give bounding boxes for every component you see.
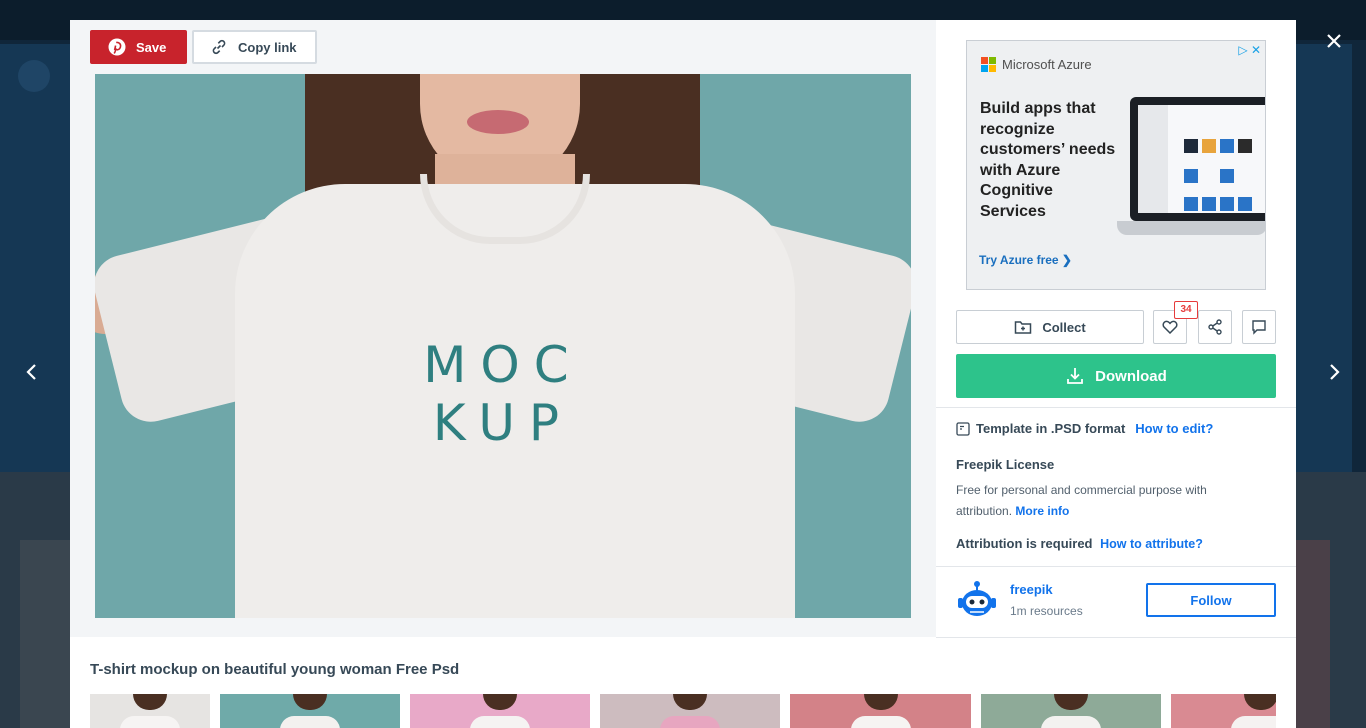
how-to-attribute-link[interactable]: How to attribute? [1100, 537, 1203, 551]
link-icon [212, 39, 226, 55]
download-icon [1067, 368, 1084, 384]
ad-headline: Build apps that recognize customers’ nee… [980, 100, 1116, 220]
related-title: T-shirt mockup on beautiful young woman … [90, 661, 460, 678]
microsoft-logo-icon [981, 57, 996, 72]
attribution-info: Attribution is required How to attribute… [956, 536, 1203, 551]
laptop-illustration [1130, 97, 1265, 221]
related-thumbnail[interactable] [90, 694, 210, 728]
save-button[interactable]: Save [90, 30, 187, 64]
close-icon[interactable] [1322, 29, 1346, 53]
ad-cta-link[interactable]: Try Azure free ❯ [979, 253, 1072, 267]
related-thumbnail[interactable] [600, 694, 780, 728]
author-name[interactable]: freepik [1010, 582, 1053, 597]
download-label: Download [1095, 367, 1167, 385]
divider [936, 407, 1296, 408]
download-button[interactable]: Download [956, 354, 1276, 398]
psd-file-icon [956, 421, 970, 436]
share-button[interactable] [1198, 310, 1232, 344]
format-text: Template in .PSD format [976, 421, 1126, 436]
format-info: Template in .PSD format How to edit? [956, 421, 1213, 436]
author-avatar[interactable] [956, 578, 998, 620]
details-pane: ▷ ✕ Microsoft Azure Build apps that reco… [936, 20, 1296, 637]
ad-brand: Microsoft Azure [981, 57, 1092, 72]
previous-arrow-icon[interactable] [18, 360, 46, 388]
license-text: Free for personal and commercial purpose… [956, 483, 1207, 518]
related-thumbnail[interactable] [790, 694, 971, 728]
share-icon [1208, 319, 1222, 335]
mockup-print: MOC KUP [395, 336, 611, 452]
save-label: Save [136, 39, 167, 55]
comment-icon [1252, 320, 1266, 335]
related-thumbnails [90, 694, 1276, 728]
related-thumbnail[interactable] [981, 694, 1161, 728]
divider [936, 637, 1296, 638]
how-to-edit-link[interactable]: How to edit? [1135, 421, 1213, 436]
background-logo [18, 60, 50, 92]
comment-button[interactable] [1242, 310, 1276, 344]
attribution-text: Attribution is required [956, 536, 1093, 551]
background-tile [1296, 540, 1330, 728]
license-title: Freepik License [956, 457, 1055, 472]
related-thumbnail[interactable] [220, 694, 400, 728]
like-count-badge: 34 [1174, 301, 1198, 319]
collect-label: Collect [1042, 319, 1086, 335]
collect-button[interactable]: Collect [956, 310, 1144, 344]
copy-link-button[interactable]: Copy link [192, 30, 317, 64]
ad-choices-icon[interactable]: ▷ ✕ [1238, 43, 1261, 57]
resource-modal: Save Copy link MOC KUP ▷ ✕ Microsoft Azu… [70, 20, 1296, 728]
folder-add-icon [1015, 321, 1032, 334]
related-thumbnail[interactable] [410, 694, 590, 728]
related-thumbnail[interactable] [1171, 694, 1276, 728]
ad-brand-name: Microsoft Azure [1002, 57, 1092, 72]
next-arrow-icon[interactable] [1320, 360, 1348, 388]
author-resources: 1m resources [1010, 604, 1083, 618]
mockup-line-1: MOC [423, 336, 583, 394]
copy-link-label: Copy link [238, 39, 297, 55]
follow-button[interactable]: Follow [1146, 583, 1276, 617]
advertisement[interactable]: ▷ ✕ Microsoft Azure Build apps that reco… [966, 40, 1266, 290]
license-description: Free for personal and commercial purpose… [956, 480, 1256, 522]
heart-icon [1162, 320, 1178, 334]
divider [936, 566, 1296, 567]
more-info-link[interactable]: More info [1015, 504, 1069, 518]
preview-pane: Save Copy link MOC KUP [70, 20, 936, 637]
mockup-line-2: KUP [432, 394, 574, 452]
preview-image: MOC KUP [95, 74, 911, 618]
pinterest-icon [108, 38, 126, 56]
